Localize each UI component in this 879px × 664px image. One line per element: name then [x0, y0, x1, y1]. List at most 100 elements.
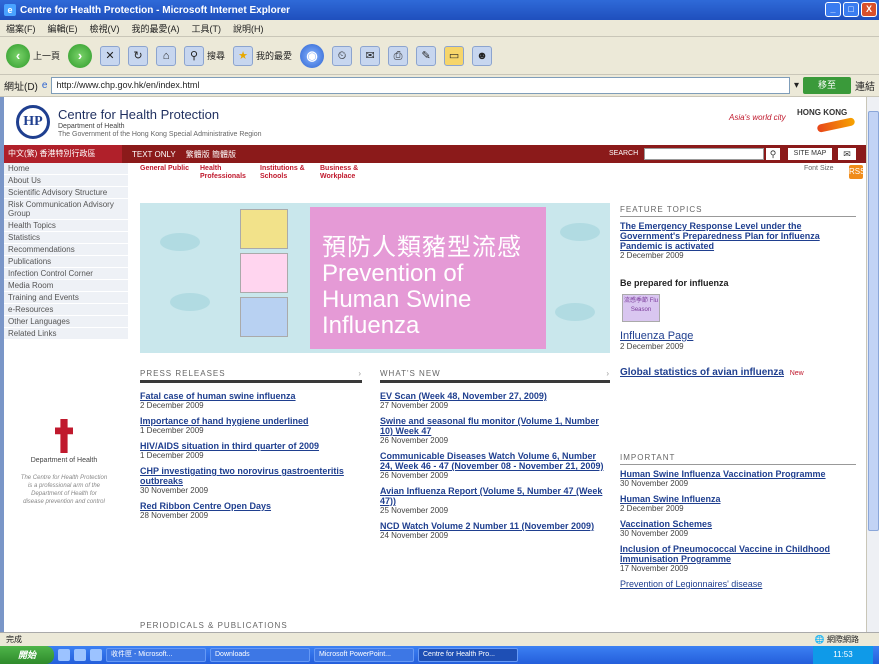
audience-general-public[interactable]: General Public	[140, 165, 192, 181]
whats-new-link[interactable]: Communicable Diseases Watch Volume 6, Nu…	[380, 451, 610, 471]
quicklaunch-icon[interactable]	[58, 649, 70, 661]
system-tray-clock[interactable]: 11:53	[813, 646, 873, 664]
site-dept: Department of Health	[58, 123, 125, 130]
taskbar-item[interactable]: Centre for Health Pro...	[418, 648, 518, 662]
press-link[interactable]: Importance of hand hygiene underlined	[140, 416, 365, 426]
sidebar-item-statistics[interactable]: Statistics	[4, 232, 128, 244]
start-button[interactable]: 開始	[0, 646, 54, 664]
mail-icon[interactable]: ✉	[838, 148, 856, 160]
audience-business[interactable]: Business & Workplace	[320, 165, 372, 181]
minimize-button[interactable]: _	[825, 2, 841, 17]
close-button[interactable]: X	[861, 2, 877, 17]
global-stats-link[interactable]: Global statistics of avian influenza	[620, 367, 784, 378]
press-link[interactable]: CHP investigating two norovirus gastroen…	[140, 466, 365, 486]
important-link[interactable]: Prevention of Legionnaires' disease	[620, 579, 856, 589]
forward-button[interactable]: ›	[68, 43, 93, 68]
feature-main-link[interactable]: The Emergency Response Level under the G…	[620, 221, 856, 251]
important-link[interactable]: Human Swine Influenza Vaccination Progra…	[620, 469, 856, 479]
swine-flu-banner[interactable]: 預防人類豬型流感 Prevention of Human Swine Influ…	[140, 203, 610, 353]
back-button[interactable]: ‹ 上一頁	[6, 43, 60, 68]
whats-new-link[interactable]: EV Scan (Week 48, November 27, 2009)	[380, 391, 610, 401]
chp-logo[interactable]: HP	[16, 105, 50, 139]
page-scrollbar[interactable]	[866, 97, 879, 632]
scrollbar-thumb[interactable]	[868, 111, 879, 531]
sidebar-item-recommendations[interactable]: Recommendations	[4, 244, 128, 256]
important-link[interactable]: Vaccination Schemes	[620, 519, 856, 529]
font-size-tool[interactable]: Font Size	[804, 165, 834, 172]
text-only-link[interactable]: TEXT ONLY	[132, 150, 176, 159]
sidebar-item-publications[interactable]: Publications	[4, 256, 128, 268]
mail-toolbar-icon[interactable]: ✉	[360, 45, 381, 66]
go-button[interactable]: 移至	[803, 77, 851, 94]
new-badge: New	[789, 370, 804, 377]
sidebar-item-eresources[interactable]: e-Resources	[4, 304, 128, 316]
quicklaunch-icon[interactable]	[74, 649, 86, 661]
sidebar-item-infection[interactable]: Infection Control Corner	[4, 268, 128, 280]
sidebar-item-languages[interactable]: Other Languages	[4, 316, 128, 328]
whats-new-heading[interactable]: WHAT'S NEW ›	[380, 369, 610, 383]
rss-icon[interactable]: RSS	[849, 165, 865, 179]
taskbar-item[interactable]: 收件匣 - Microsoft...	[106, 648, 206, 662]
address-input[interactable]: http://www.chp.gov.hk/en/index.html	[51, 77, 790, 94]
sidebar-item-about[interactable]: About Us	[4, 175, 128, 187]
chinese-version-links[interactable]: 繁體版 簡體版	[186, 149, 236, 160]
influenza-page-link[interactable]: Influenza Page	[620, 330, 856, 342]
language-switch[interactable]: 中文(繁) 香港特別行政區	[4, 145, 122, 163]
taskbar-item[interactable]: Downloads	[210, 648, 310, 662]
menu-tools[interactable]: 工具(T)	[192, 22, 222, 35]
dropdown-arrow-icon[interactable]: ▾	[794, 80, 799, 91]
sidebar-item-health-topics[interactable]: Health Topics	[4, 220, 128, 232]
folder-icon[interactable]: ▭	[444, 45, 465, 66]
important-link[interactable]: Inclusion of Pneumococcal Vaccine in Chi…	[620, 544, 856, 564]
home-icon[interactable]: ⌂	[156, 45, 177, 66]
search-input[interactable]	[644, 148, 764, 160]
be-prepared-link[interactable]: Be prepared for influenza	[620, 278, 856, 288]
whats-new-link[interactable]: NCD Watch Volume 2 Number 11 (November 2…	[380, 521, 610, 531]
menu-file[interactable]: 檔案(F)	[6, 22, 36, 35]
sidebar-item-links[interactable]: Related Links	[4, 328, 128, 340]
print-icon[interactable]: ⎙	[388, 45, 409, 66]
press-date: 1 December 2009	[140, 451, 204, 460]
sidebar-item-scientific[interactable]: Scientific Advisory Structure	[4, 187, 128, 199]
site-navbar: 中文(繁) 香港特別行政區 TEXT ONLY 繁體版 簡體版 SEARCH ⚲…	[4, 145, 866, 163]
list-item: EV Scan (Week 48, November 27, 2009) 27 N…	[380, 391, 610, 410]
important-link[interactable]: Human Swine Influenza	[620, 494, 856, 504]
stop-icon[interactable]: ✕	[100, 45, 121, 66]
search-icon[interactable]: ⚲	[766, 148, 780, 160]
maximize-button[interactable]: □	[843, 2, 859, 17]
menu-view[interactable]: 檢視(V)	[90, 22, 120, 35]
status-text: 完成	[6, 635, 22, 644]
search-toolbar-button[interactable]: ⚲ 搜尋	[184, 45, 225, 66]
links-label[interactable]: 連結	[855, 78, 875, 93]
menu-favorites[interactable]: 我的最愛(A)	[132, 22, 180, 35]
audience-health-professionals[interactable]: Health Professionals	[200, 165, 252, 181]
sitemap-button[interactable]: SITE MAP	[788, 148, 832, 160]
history-icon[interactable]: ⏲	[332, 45, 353, 66]
messenger-icon[interactable]: ☻	[472, 45, 493, 66]
sidebar-item-home[interactable]: Home	[4, 163, 128, 175]
press-link[interactable]: HIV/AIDS situation in third quarter of 2…	[140, 441, 365, 451]
menu-edit[interactable]: 編輯(E)	[48, 22, 78, 35]
list-item: Human Swine Influenza 2 December 2009	[620, 494, 856, 513]
whats-new-date: 25 November 2009	[380, 506, 449, 515]
whats-new-link[interactable]: Avian Influenza Report (Volume 5, Number…	[380, 486, 610, 506]
press-link[interactable]: Fatal case of human swine influenza	[140, 391, 365, 401]
periodicals-heading[interactable]: PERIODICALS & PUBLICATIONS	[140, 621, 362, 632]
dept-of-health-block[interactable]: Department of Health The Centre for Heal…	[14, 419, 114, 506]
press-releases-heading[interactable]: PRESS RELEASES ›	[140, 369, 362, 383]
sidebar-item-media[interactable]: Media Room	[4, 280, 128, 292]
refresh-icon[interactable]: ↻	[128, 45, 149, 66]
quicklaunch-icon[interactable]	[90, 649, 102, 661]
press-heading-text: PRESS RELEASES	[140, 369, 226, 378]
sidebar-item-risk[interactable]: Risk Communication Advisory Group	[4, 199, 128, 220]
media-icon[interactable]: ◉	[300, 43, 325, 68]
menu-help[interactable]: 說明(H)	[233, 22, 264, 35]
taskbar-item[interactable]: Microsoft PowerPoint...	[314, 648, 414, 662]
audience-institutions[interactable]: Institutions & Schools	[260, 165, 312, 181]
flu-season-thumbnail[interactable]: 流感季節 Flu Season	[622, 294, 660, 322]
press-link[interactable]: Red Ribbon Centre Open Days	[140, 501, 365, 511]
edit-icon[interactable]: ✎	[416, 45, 437, 66]
sidebar-item-training[interactable]: Training and Events	[4, 292, 128, 304]
whats-new-link[interactable]: Swine and seasonal flu monitor (Volume 1…	[380, 416, 610, 436]
favorites-toolbar-button[interactable]: ★ 我的最愛	[233, 45, 292, 66]
